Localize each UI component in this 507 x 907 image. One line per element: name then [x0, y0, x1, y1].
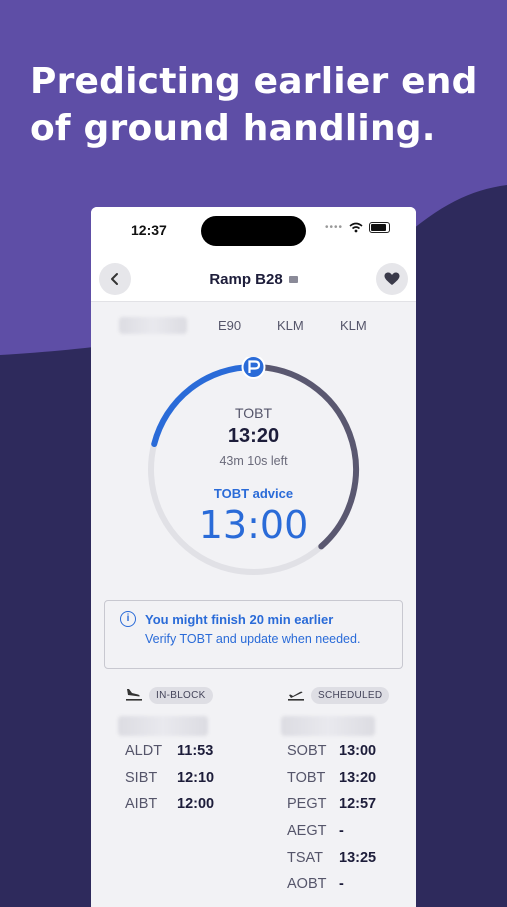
redacted-departure-flight [281, 716, 375, 736]
arrival-header: IN-BLOCK [123, 685, 273, 705]
plane-landing-icon [126, 689, 142, 701]
parking-marker-icon [241, 357, 266, 379]
banner-title: You might finish 20 min earlier [145, 612, 334, 627]
tobt-advice-label: TOBT advice [213, 486, 294, 501]
status-time: 12:37 [131, 222, 167, 238]
arrival-value: 11:53 [177, 743, 214, 759]
departure-key: TSAT [287, 850, 323, 866]
arrival-key: ALDT [125, 743, 163, 759]
arrival-column: IN-BLOCK ALDT 11:53 SIBT 12:10 AIBT 12:0… [118, 685, 273, 812]
departure-value: 12:57 [339, 796, 377, 812]
phone-screen: 12:37 •••• Ramp B28 E90 KLM KLM TOBT 13:… [91, 207, 416, 907]
signal-dots-icon: •••• [324, 222, 343, 233]
nav-title: Ramp B28 [91, 271, 416, 288]
wifi-icon [349, 222, 363, 233]
aircraft-type: E90 [218, 318, 242, 333]
arrival-status-badge: IN-BLOCK [149, 687, 213, 704]
departure-value: - [339, 823, 344, 839]
departure-value: 13:20 [339, 770, 377, 786]
headline: Predicting earlier end of ground handlin… [30, 61, 478, 149]
ramp-title: Ramp B28 [209, 271, 283, 288]
departure-value: 13:00 [339, 743, 377, 759]
handler: KLM [340, 318, 367, 333]
plane-takeoff-icon [288, 691, 304, 701]
status-icons: •••• [325, 222, 390, 233]
tag-icon [288, 276, 298, 283]
departure-value: 13:25 [339, 850, 377, 866]
favorite-button[interactable] [376, 263, 408, 295]
arrival-key: AIBT [125, 796, 158, 812]
tobt-value: 13:20 [227, 425, 280, 447]
arrival-key: SIBT [125, 770, 158, 786]
departure-header: SCHEDULED [285, 685, 416, 705]
flight-info-row: E90 KLM KLM [91, 315, 416, 335]
status-bar: 12:37 •••• [91, 207, 416, 257]
departure-column: SCHEDULED SOBT 13:00 TOBT 13:20 PEGT 12:… [281, 685, 416, 892]
battery-icon [369, 222, 390, 233]
tobt-advice-value: 13:00 [198, 503, 309, 547]
banner-subtitle: Verify TOBT and update when needed. [145, 632, 361, 646]
departure-key: TOBT [287, 770, 326, 786]
departure-key: PEGT [287, 796, 327, 812]
redacted-arrival-flight [118, 716, 208, 736]
dynamic-island [201, 216, 306, 246]
progress-ring [148, 357, 359, 575]
arrival-value: 12:10 [177, 770, 215, 786]
operator: KLM [277, 318, 304, 333]
departure-key: SOBT [287, 743, 327, 759]
departure-status-badge: SCHEDULED [311, 687, 390, 704]
arrival-value: 12:00 [177, 796, 215, 812]
departure-key: AEGT [287, 823, 327, 839]
earlier-finish-banner[interactable]: i You might finish 20 min earlier Verify… [104, 600, 403, 669]
info-icon: i [120, 611, 136, 627]
tobt-label: TOBT [234, 405, 273, 421]
departure-key: AOBT [287, 876, 327, 892]
nav-bar: Ramp B28 [91, 257, 416, 302]
departure-value: - [339, 876, 344, 892]
time-left: 43m 10s left [219, 454, 288, 468]
redacted-flight-number [119, 317, 187, 334]
heart-icon [384, 272, 400, 285]
